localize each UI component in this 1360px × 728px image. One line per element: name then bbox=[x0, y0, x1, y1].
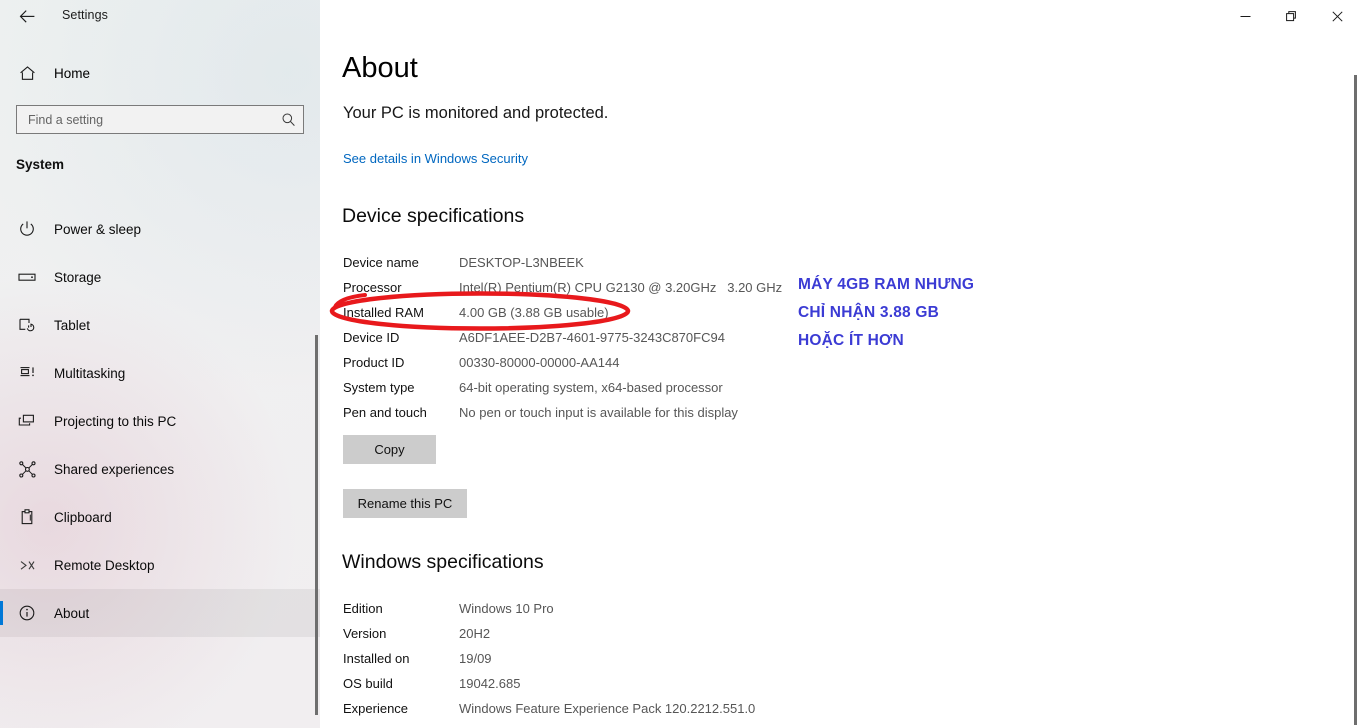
settings-sidebar: Home System Power & sleep bbox=[0, 0, 320, 728]
spec-value: Windows Feature Experience Pack 120.2212… bbox=[459, 701, 756, 716]
spec-key: Pen and touch bbox=[343, 405, 427, 420]
spec-value: A6DF1AEE-D2B7-4601-9775-3243C870FC94 bbox=[459, 330, 725, 345]
home-icon bbox=[4, 65, 50, 82]
sidebar-scrollbar[interactable] bbox=[315, 335, 318, 715]
close-button[interactable] bbox=[1314, 0, 1360, 32]
minimize-button[interactable] bbox=[1222, 0, 1268, 32]
device-specifications-table: Device name DESKTOP-L3NBEEK Processor In… bbox=[343, 250, 782, 425]
sidebar-item-label: Storage bbox=[54, 269, 102, 285]
table-row: Device ID A6DF1AEE-D2B7-4601-9775-3243C8… bbox=[343, 325, 782, 350]
sidebar-item-label: Clipboard bbox=[54, 509, 112, 525]
sidebar-item-shared-experiences[interactable]: Shared experiences bbox=[0, 445, 320, 493]
multitasking-icon bbox=[4, 364, 50, 383]
back-button[interactable] bbox=[8, 2, 46, 30]
windows-specifications-heading: Windows specifications bbox=[342, 551, 544, 573]
search-icon[interactable] bbox=[273, 112, 303, 127]
sidebar-item-label: Power & sleep bbox=[54, 221, 142, 237]
spec-value: 4.00 GB (3.88 GB usable) bbox=[459, 305, 609, 320]
sidebar-item-clipboard[interactable]: Clipboard bbox=[0, 493, 320, 541]
projecting-icon bbox=[4, 412, 50, 431]
copy-button[interactable]: Copy bbox=[343, 435, 436, 464]
sidebar-nav-list: Power & sleep Storage Tablet Multitaskin… bbox=[0, 205, 320, 637]
spec-key: Experience bbox=[343, 701, 409, 716]
spec-key: Edition bbox=[343, 601, 383, 616]
table-row: System type 64-bit operating system, x64… bbox=[343, 375, 782, 400]
search-input[interactable] bbox=[17, 112, 273, 127]
spec-value: 00330-80000-00000-AA144 bbox=[459, 355, 620, 370]
clipboard-icon bbox=[4, 508, 50, 527]
maximize-button[interactable] bbox=[1268, 0, 1314, 32]
sidebar-item-remote-desktop[interactable]: Remote Desktop bbox=[0, 541, 320, 589]
about-content: About Your PC is monitored and protected… bbox=[320, 0, 1360, 728]
windows-security-link[interactable]: See details in Windows Security bbox=[343, 151, 528, 166]
table-row-installed-ram: Installed RAM 4.00 GB (3.88 GB usable) bbox=[343, 300, 782, 325]
spec-key: Product ID bbox=[343, 355, 405, 370]
sidebar-item-power-sleep[interactable]: Power & sleep bbox=[0, 205, 320, 253]
sidebar-item-label: Projecting to this PC bbox=[54, 413, 177, 429]
spec-value: 64-bit operating system, x64-based proce… bbox=[459, 380, 723, 395]
search-setting-box[interactable] bbox=[16, 105, 304, 134]
sidebar-item-label: Shared experiences bbox=[54, 461, 175, 477]
vietnamese-annotation-note: MÁY 4GB RAM NHƯNG CHỈ NHẬN 3.88 GB HOẶC … bbox=[798, 276, 975, 349]
shared-experiences-icon bbox=[4, 460, 50, 479]
back-arrow-icon bbox=[19, 9, 34, 23]
table-row: Product ID 00330-80000-00000-AA144 bbox=[343, 350, 782, 375]
spec-key: System type bbox=[343, 380, 415, 395]
sidebar-item-label: Multitasking bbox=[54, 365, 126, 381]
table-row: OS build 19042.685 bbox=[343, 671, 755, 696]
close-icon bbox=[1331, 10, 1343, 22]
device-specifications-heading: Device specifications bbox=[342, 205, 525, 227]
page-title: About bbox=[342, 52, 418, 84]
table-row: Installed on 19/09 bbox=[343, 646, 755, 671]
sidebar-item-home[interactable]: Home bbox=[0, 57, 320, 89]
restore-icon bbox=[1285, 10, 1296, 21]
spec-key: Installed on bbox=[343, 651, 410, 666]
sidebar-item-projecting-to-this-pc[interactable]: Projecting to this PC bbox=[0, 397, 320, 445]
table-row: Version 20H2 bbox=[343, 621, 755, 646]
sidebar-item-label: Remote Desktop bbox=[54, 557, 155, 573]
sidebar-item-label: Tablet bbox=[54, 317, 91, 333]
table-row: Edition Windows 10 Pro bbox=[343, 596, 755, 621]
sidebar-item-label: About bbox=[54, 605, 90, 621]
tablet-icon bbox=[4, 316, 50, 335]
spec-key: Installed RAM bbox=[343, 305, 424, 320]
sidebar-item-tablet[interactable]: Tablet bbox=[0, 301, 320, 349]
spec-key: OS build bbox=[343, 676, 393, 691]
spec-value: Windows 10 Pro bbox=[459, 601, 554, 616]
spec-key: Device ID bbox=[343, 330, 400, 345]
window-controls bbox=[1222, 0, 1360, 32]
window-title: Settings bbox=[62, 8, 108, 22]
spec-value: Intel(R) Pentium(R) CPU G2130 @ 3.20GHz … bbox=[459, 280, 783, 295]
settings-window: Home System Power & sleep bbox=[0, 0, 1360, 728]
spec-value: 19/09 bbox=[459, 651, 492, 666]
rename-pc-button[interactable]: Rename this PC bbox=[343, 489, 467, 518]
table-row: Device name DESKTOP-L3NBEEK bbox=[343, 250, 782, 275]
content-scrollbar[interactable] bbox=[1354, 75, 1357, 725]
spec-value: DESKTOP-L3NBEEK bbox=[459, 255, 584, 270]
windows-specifications-table: Edition Windows 10 Pro Version 20H2 Inst… bbox=[343, 596, 755, 721]
table-row: Processor Intel(R) Pentium(R) CPU G2130 … bbox=[343, 275, 782, 300]
remote-desktop-icon bbox=[4, 556, 50, 575]
storage-icon bbox=[4, 268, 50, 286]
spec-key: Version bbox=[343, 626, 387, 641]
protection-status-text: Your PC is monitored and protected. bbox=[343, 104, 609, 122]
spec-key: Device name bbox=[343, 255, 419, 270]
sidebar-item-home-label: Home bbox=[54, 65, 91, 81]
info-icon bbox=[4, 604, 50, 622]
sidebar-item-multitasking[interactable]: Multitasking bbox=[0, 349, 320, 397]
spec-key: Processor bbox=[343, 280, 402, 295]
sidebar-item-about[interactable]: About bbox=[0, 589, 320, 637]
table-row: Pen and touch No pen or touch input is a… bbox=[343, 400, 782, 425]
power-icon bbox=[4, 220, 50, 238]
spec-value: 20H2 bbox=[459, 626, 491, 641]
spec-value: No pen or touch input is available for t… bbox=[459, 405, 738, 420]
sidebar-group-title: System bbox=[16, 157, 65, 172]
minimize-icon bbox=[1240, 15, 1250, 17]
spec-value: 19042.685 bbox=[459, 676, 521, 691]
sidebar-item-storage[interactable]: Storage bbox=[0, 253, 320, 301]
table-row: Experience Windows Feature Experience Pa… bbox=[343, 696, 755, 721]
